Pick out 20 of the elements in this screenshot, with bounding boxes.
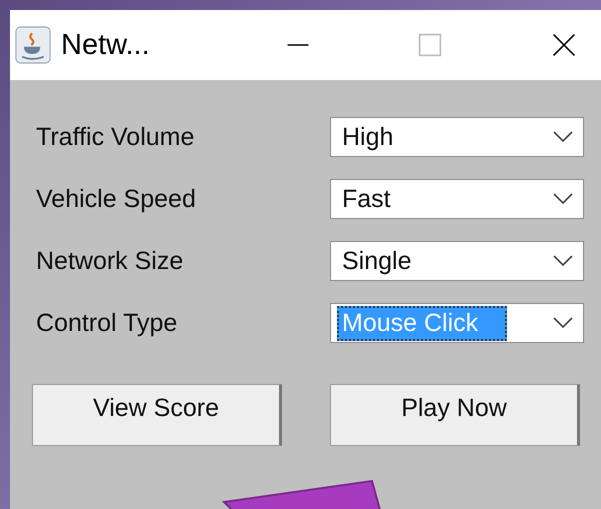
action-button[interactable]: View Score: [32, 384, 282, 446]
setting-label: Traffic Volume: [36, 122, 196, 152]
dropdown-value: Single: [341, 246, 412, 276]
window-title: Netw...: [61, 28, 151, 62]
setting-label: Control Type: [36, 308, 178, 338]
caret-icon: [553, 255, 573, 267]
dropdown[interactable]: High: [330, 117, 584, 157]
dropdown-value: Fast: [341, 184, 392, 214]
dropdown[interactable]: Fast: [330, 179, 584, 219]
coffee-cup-icon: [15, 26, 51, 64]
caret-icon: [553, 193, 573, 205]
setting-label: Vehicle Speed: [36, 184, 197, 214]
setting-label: Network Size: [36, 246, 184, 276]
close-icon[interactable]: [552, 33, 576, 57]
action-button[interactable]: Play Now: [330, 384, 580, 446]
dropdown-value: Mouse Click: [337, 306, 508, 340]
dropdown-value: High: [341, 122, 394, 152]
caret-icon: [553, 131, 573, 143]
dropdown[interactable]: Single: [330, 241, 584, 281]
caret-icon: [553, 317, 573, 329]
